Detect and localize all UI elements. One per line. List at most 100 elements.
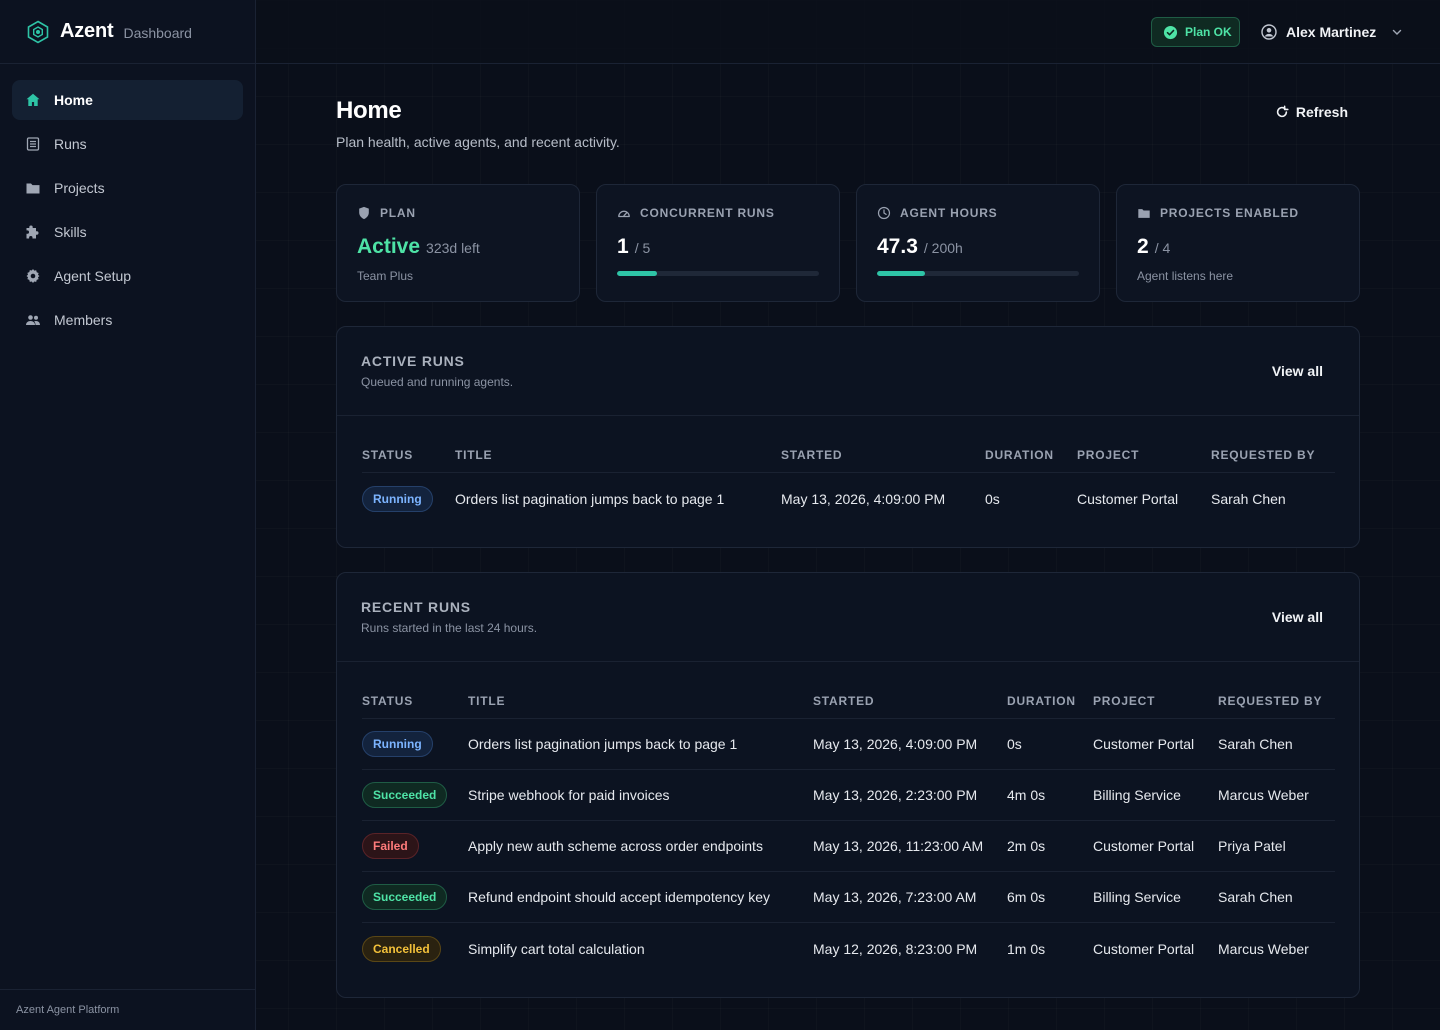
run-duration: 1m 0s [1007, 940, 1046, 957]
concurrent-runs-progress [617, 271, 819, 276]
column-header-title[interactable]: TITLE [468, 694, 813, 708]
run-requested-by: Marcus Weber [1218, 787, 1309, 803]
panel-title: RECENT RUNS [361, 599, 471, 615]
column-header-started[interactable]: STARTED [813, 694, 1007, 708]
puzzle-icon [25, 224, 41, 240]
plan-status-badge[interactable]: Plan OK [1151, 17, 1240, 47]
run-requested-by: Priya Patel [1218, 838, 1286, 854]
sidebar-item-skills[interactable]: Skills [12, 212, 243, 252]
run-title[interactable]: Orders list pagination jumps back to pag… [455, 491, 781, 507]
status-badge: Succeeded [362, 884, 448, 910]
table-row[interactable]: Succeeded Stripe webhook for paid invoic… [362, 770, 1335, 821]
plan-status-label: Plan OK [1185, 25, 1232, 39]
concurrent-runs-value: 1 [617, 235, 629, 258]
user-menu[interactable]: Alex Martinez [1261, 22, 1403, 42]
sidebar-item-home[interactable]: Home [12, 80, 243, 120]
sidebar-item-label: Skills [54, 224, 87, 240]
active-runs-table: STATUS TITLE STARTED DURATION PROJECT RE… [362, 437, 1335, 525]
sidebar-item-runs[interactable]: Runs [12, 124, 243, 164]
column-header-requested-by[interactable]: REQUESTED BY [1218, 694, 1322, 708]
table-row[interactable]: Cancelled Simplify cart total calculatio… [362, 923, 1335, 974]
column-header-project[interactable]: PROJECT [1077, 448, 1211, 462]
recent-runs-panel: RECENT RUNS Runs started in the last 24 … [336, 572, 1360, 998]
sidebar-footer: Azent Agent Platform [0, 989, 255, 1030]
stat-label: PROJECTS ENABLED [1160, 206, 1299, 220]
status-badge: Running [362, 731, 433, 757]
sidebar-item-label: Runs [54, 136, 87, 152]
run-title[interactable]: Simplify cart total calculation [468, 941, 813, 957]
column-header-status[interactable]: STATUS [362, 694, 468, 708]
column-header-duration[interactable]: DURATION [1007, 694, 1093, 708]
page-subtitle: Plan health, active agents, and recent a… [336, 134, 620, 150]
plan-days-left: 323d left [426, 240, 480, 256]
view-all-recent-runs-link[interactable]: View all [1272, 609, 1323, 625]
run-started: May 12, 2026, 8:23:00 PM [813, 940, 978, 957]
check-badge-icon [1163, 25, 1178, 39]
brand[interactable]: Azent Dashboard [0, 0, 255, 64]
status-badge: Cancelled [362, 935, 441, 962]
sidebar-item-agent-setup[interactable]: Agent Setup [12, 256, 243, 296]
run-duration: 4m 0s [1007, 787, 1046, 803]
run-title[interactable]: Apply new auth scheme across order endpo… [468, 838, 813, 854]
table-row[interactable]: Running Orders list pagination jumps bac… [362, 473, 1335, 525]
run-started: May 13, 2026, 4:09:00 PM [781, 491, 946, 507]
sidebar-nav: Home Runs Projects Skills Agent Setup Me… [0, 64, 255, 360]
stat-label: PLAN [380, 206, 416, 220]
table-header: STATUS TITLE STARTED DURATION PROJECT RE… [362, 683, 1335, 719]
clock-icon [877, 206, 891, 220]
column-header-requested-by[interactable]: REQUESTED BY [1211, 448, 1315, 462]
run-duration: 6m 0s [1007, 889, 1046, 905]
column-header-started[interactable]: STARTED [781, 448, 985, 462]
run-started: May 13, 2026, 2:23:00 PM [813, 787, 978, 803]
stat-label: CONCURRENT RUNS [640, 206, 775, 220]
user-avatar-icon [1261, 24, 1277, 40]
run-project: Customer Portal [1077, 491, 1179, 507]
run-title[interactable]: Refund endpoint should accept idempotenc… [468, 889, 813, 905]
run-project: Customer Portal [1093, 838, 1195, 854]
table-row[interactable]: Succeeded Refund endpoint should accept … [362, 872, 1335, 923]
run-duration: 0s [985, 491, 1000, 507]
agent-hours-total: / 200h [923, 240, 963, 256]
sidebar: Azent Dashboard Home Runs Projects Skill… [0, 0, 256, 1030]
refresh-button[interactable]: Refresh [1275, 104, 1348, 120]
agent-hours-value: 47.3 [877, 235, 918, 258]
panel-title: ACTIVE RUNS [361, 353, 465, 369]
shield-icon [359, 206, 369, 220]
column-header-status[interactable]: STATUS [362, 448, 455, 462]
view-all-active-runs-link[interactable]: View all [1272, 363, 1323, 379]
refresh-icon [1276, 105, 1289, 118]
table-row[interactable]: Failed Apply new auth scheme across orde… [362, 821, 1335, 872]
progress-fill [877, 271, 925, 276]
sidebar-item-label: Home [54, 92, 93, 108]
status-badge: Failed [362, 833, 419, 859]
chevron-down-icon [1393, 29, 1402, 35]
projects-note: Agent listens here [1137, 269, 1234, 283]
progress-fill [617, 271, 658, 276]
sidebar-item-members[interactable]: Members [12, 300, 243, 340]
column-header-title[interactable]: TITLE [455, 448, 781, 462]
stat-card-concurrent-runs: CONCURRENT RUNS 1 / 5 [596, 184, 840, 302]
gear-icon [25, 268, 41, 284]
brand-name: Azent [60, 20, 114, 42]
column-header-project[interactable]: PROJECT [1093, 694, 1218, 708]
projects-enabled-total: / 4 [1154, 240, 1171, 256]
panel-subtitle: Queued and running agents. [361, 375, 514, 389]
agent-hours-progress [877, 271, 1079, 276]
run-project: Customer Portal [1093, 940, 1195, 957]
run-requested-by: Sarah Chen [1218, 736, 1293, 752]
run-project: Customer Portal [1093, 736, 1195, 752]
run-duration: 2m 0s [1007, 838, 1046, 854]
stat-label: AGENT HOURS [900, 206, 998, 220]
run-title[interactable]: Stripe webhook for paid invoices [468, 787, 813, 803]
gauge-icon [618, 210, 630, 218]
folder-icon [1138, 209, 1150, 218]
stats-row: PLAN Active 323d left Team Plus CONCURRE… [336, 184, 1360, 302]
table-row[interactable]: Running Orders list pagination jumps bac… [362, 719, 1335, 770]
users-icon [25, 312, 41, 328]
stat-card-agent-hours: AGENT HOURS 47.3 / 200h [856, 184, 1100, 302]
stat-card-projects-enabled: PROJECTS ENABLED 2 / 4 Agent listens her… [1116, 184, 1360, 302]
run-title[interactable]: Orders list pagination jumps back to pag… [468, 736, 813, 752]
column-header-duration[interactable]: DURATION [985, 448, 1077, 462]
run-started: May 13, 2026, 4:09:00 PM [813, 736, 978, 752]
sidebar-item-projects[interactable]: Projects [12, 168, 243, 208]
